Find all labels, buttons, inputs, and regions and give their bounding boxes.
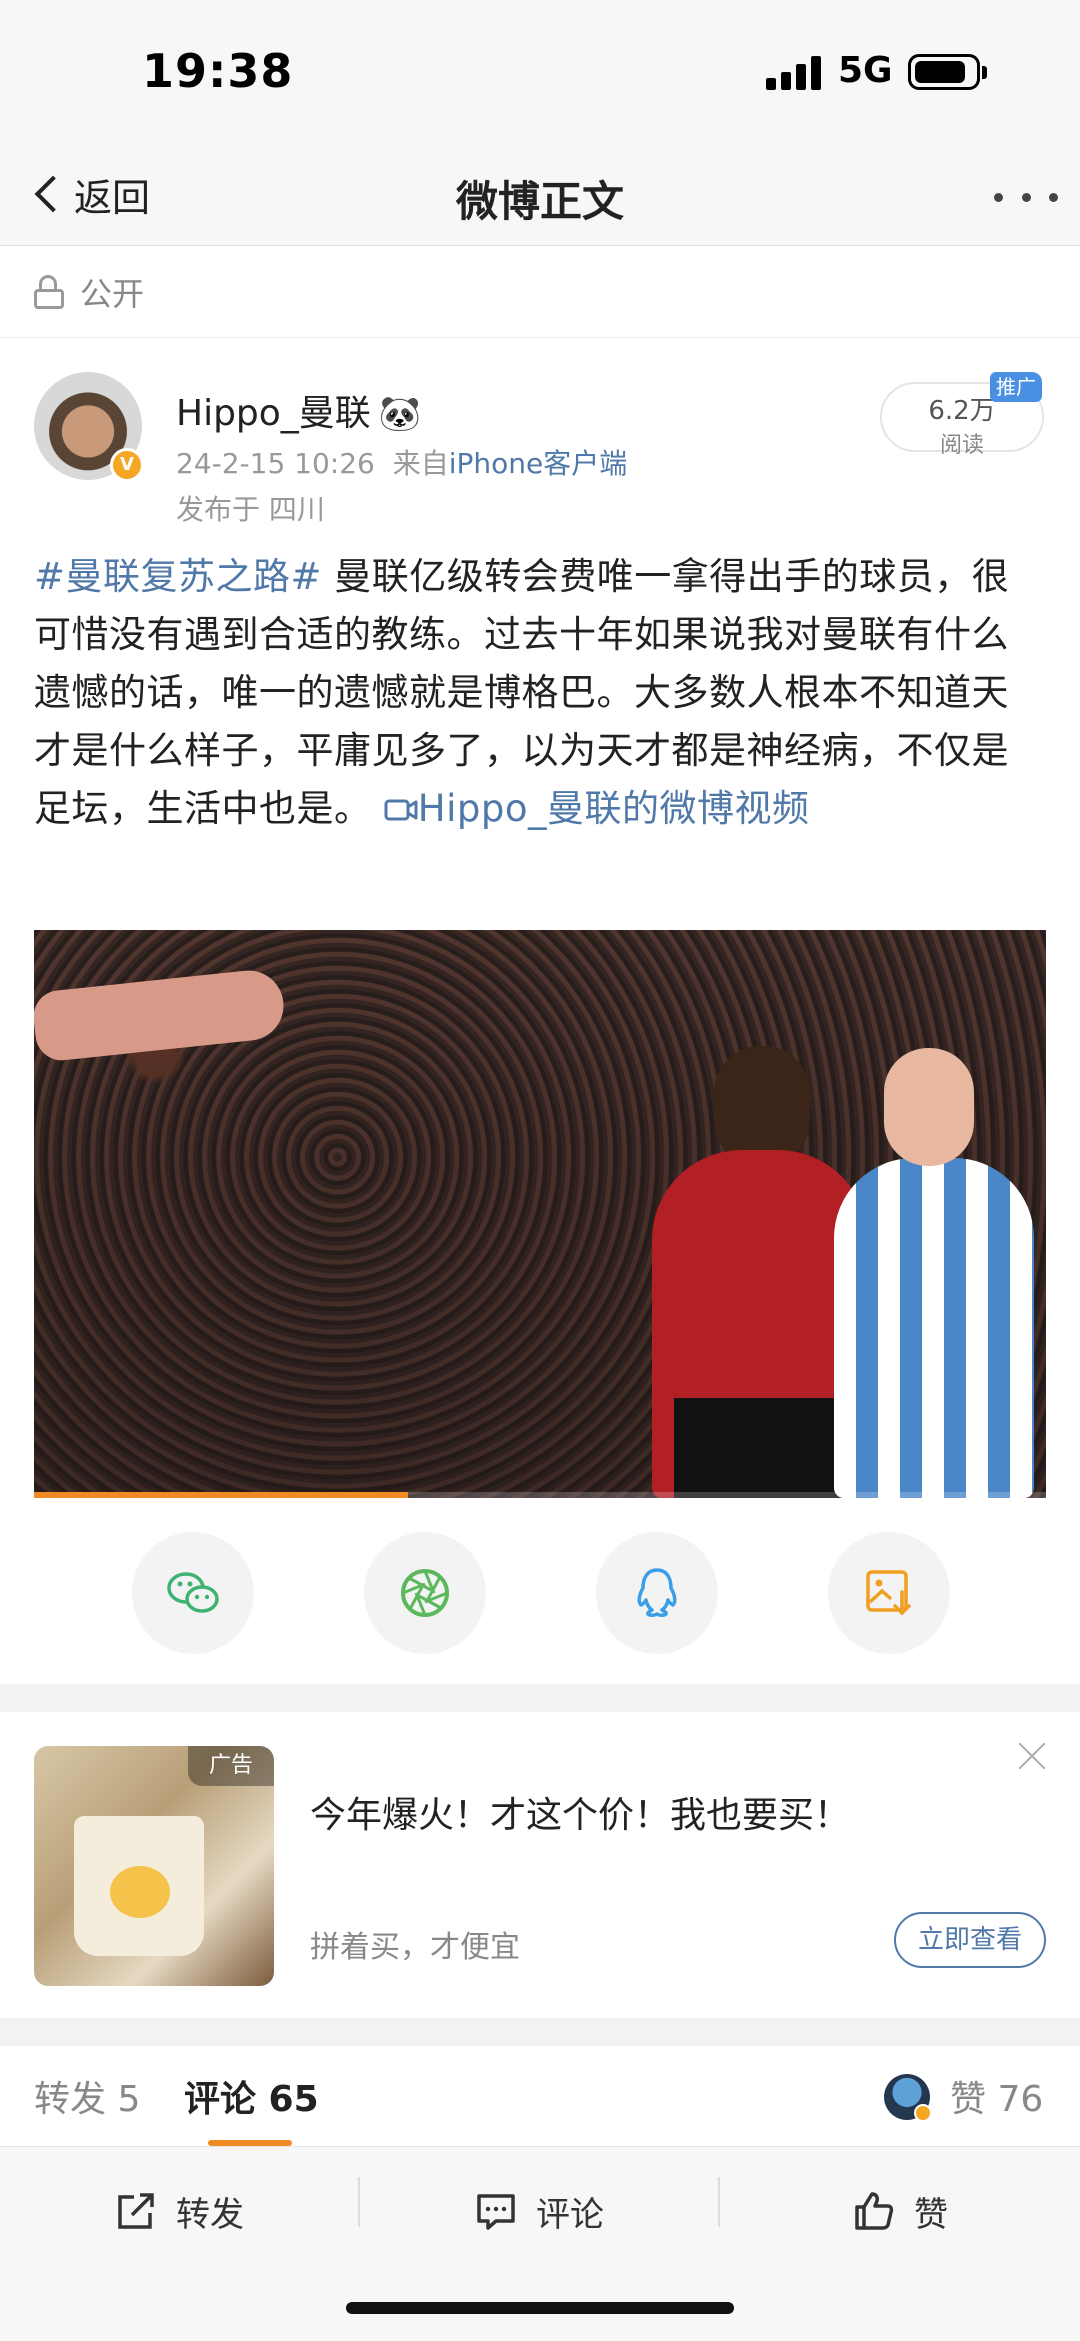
share-moments-button[interactable] <box>364 1532 486 1654</box>
video-link[interactable]: Hippo_曼联的微博视频 <box>384 787 810 830</box>
share-qq-button[interactable] <box>596 1532 718 1654</box>
comment-button[interactable]: 评论 <box>474 2181 604 2241</box>
ad-tag: 广告 <box>188 1746 274 1786</box>
share-arrow-icon <box>118 2193 154 2229</box>
visibility-label: 公开 <box>80 274 145 313</box>
video-progress-fill <box>34 1492 409 1498</box>
author-name-text: Hippo_曼联 <box>176 393 371 434</box>
share-row <box>0 1532 1080 1654</box>
promo-tag: 推广 <box>990 372 1042 402</box>
section-divider <box>0 1684 1080 1712</box>
comment-bubble-icon <box>477 2194 515 2230</box>
tab-repost[interactable]: 转发 5 <box>34 2070 140 2122</box>
visibility-row: 公开 <box>0 246 1080 338</box>
more-dots-icon[interactable] <box>994 182 1058 212</box>
interaction-tabs: 转发 5 评论 65 赞 76 <box>0 2046 1080 2146</box>
topic-link[interactable]: #曼联复苏之路# <box>34 555 322 598</box>
ad-cta-button[interactable]: 立即查看 <box>894 1912 1046 1968</box>
close-icon[interactable] <box>1016 1740 1048 1772</box>
mug-cheese-shape <box>110 1866 170 1918</box>
tab-comments[interactable]: 评论 65 <box>184 2070 319 2122</box>
section-divider <box>0 2018 1080 2046</box>
divider <box>358 2177 360 2227</box>
player-red-shorts <box>674 1398 854 1498</box>
network-type: 5G <box>838 50 893 91</box>
home-indicator <box>346 2302 734 2314</box>
player-blue-shirt <box>834 1158 1034 1498</box>
panda-emoji-icon: 🐼 <box>378 394 422 434</box>
post-location: 发布于 四川 <box>176 493 325 526</box>
battery-icon <box>908 54 987 90</box>
post-meta: 24-2-15 10:26 来自iPhone客户端 <box>176 442 627 482</box>
like-label: 赞 <box>914 2194 948 2235</box>
player-blue-head <box>884 1048 974 1166</box>
read-label: 阅读 <box>939 433 984 458</box>
post-date: 24-2-15 10:26 <box>176 447 375 480</box>
wechat-icon <box>167 1572 219 1613</box>
status-bar: 19:38 5G <box>0 0 1080 150</box>
ad-title[interactable]: 今年爆火！才这个价！我也要买！ <box>310 1786 850 1838</box>
tab-likes[interactable]: 赞 76 <box>950 2070 1043 2122</box>
ad-subtitle: 拼着买，才便宜 <box>310 1930 520 1965</box>
ad-card[interactable]: 广告 今年爆火！才这个价！我也要买！ 拼着买，才便宜 立即查看 <box>0 1712 1080 2018</box>
save-image-icon <box>866 1570 911 1616</box>
comment-label: 评论 <box>536 2194 604 2235</box>
like-button[interactable]: 赞 <box>852 2181 948 2241</box>
player-red-head <box>714 1046 810 1166</box>
save-image-button[interactable] <box>828 1532 950 1654</box>
repost-button[interactable]: 转发 <box>114 2181 244 2241</box>
nav-bar: 返回 微博正文 <box>0 150 1080 246</box>
video-player[interactable] <box>34 930 1046 1498</box>
verified-badge-icon <box>914 2104 932 2122</box>
thumbs-up-icon <box>855 2192 894 2230</box>
post-text: #曼联复苏之路# 曼联亿级转会费唯一拿得出手的球员，很可惜没有遇到合适的教练。过… <box>34 548 1046 838</box>
share-wechat-button[interactable] <box>132 1532 254 1654</box>
repost-label: 转发 <box>176 2194 244 2235</box>
verified-badge-icon: V <box>110 448 144 482</box>
source-prefix: 来自 <box>392 447 449 480</box>
status-time: 19:38 <box>142 44 294 98</box>
page-title: 微博正文 <box>455 177 624 226</box>
author-name[interactable]: Hippo_曼联 🐼 <box>176 384 421 436</box>
video-camera-icon <box>384 799 418 821</box>
ad-image[interactable]: 广告 <box>34 1746 274 1986</box>
video-link-label: Hippo_曼联的微博视频 <box>417 787 810 830</box>
qq-icon <box>637 1568 677 1618</box>
signal-bars-icon <box>766 56 822 90</box>
source-link[interactable]: iPhone客户端 <box>449 447 628 480</box>
unlock-icon <box>34 274 64 309</box>
wechat-moments-icon <box>401 1569 449 1617</box>
divider <box>718 2177 720 2227</box>
